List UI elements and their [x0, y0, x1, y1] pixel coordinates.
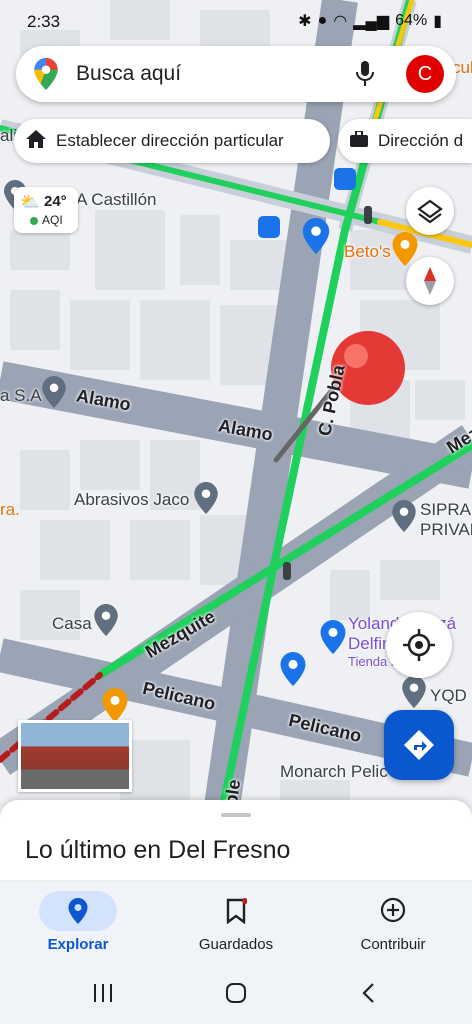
nav-contribute[interactable]: Contribuir: [318, 886, 468, 966]
partly-cloudy-icon: ⛅: [20, 194, 40, 211]
abrasivos-pin-icon[interactable]: [194, 482, 218, 514]
home-nav-icon[interactable]: [225, 982, 247, 1004]
status-icons: ✱ ● ◠ ▂▄▆ 64% ▮: [298, 11, 442, 31]
traffic-light-icon-2: [283, 562, 291, 580]
explore-sheet[interactable]: Lo último en Del Fresno: [0, 800, 472, 880]
weather-temp: 24°: [44, 193, 67, 210]
label-sa: a S.A: [0, 386, 42, 405]
bookmark-icon: [226, 898, 247, 924]
nav-explore-label: Explorar: [47, 936, 109, 953]
microphone-icon[interactable]: [354, 60, 376, 88]
street-view-thumbnail[interactable]: [18, 720, 132, 792]
label-sipra-2: PRIVAD: [420, 520, 472, 539]
signal-icon: ▂▄▆: [353, 13, 390, 30]
bus-stop-icon[interactable]: [334, 168, 356, 190]
restaurant-icon-2[interactable]: [102, 688, 128, 722]
status-time: 2:33: [27, 12, 61, 31]
shopping-cart-icon[interactable]: [302, 218, 330, 254]
compass-icon: [424, 267, 436, 295]
directions-button[interactable]: [384, 710, 454, 780]
weather-widget[interactable]: ⛅ 24° AQI: [14, 187, 78, 233]
chip-work-label: Dirección d: [378, 131, 464, 150]
yolanda-store-icon[interactable]: [320, 620, 346, 654]
casa-pin-icon[interactable]: [94, 604, 118, 636]
yqd-pin-icon[interactable]: [402, 676, 426, 708]
aqi-dot-icon: [30, 217, 38, 225]
compass-button[interactable]: [406, 257, 454, 305]
chip-set-home[interactable]: Establecer dirección particular: [14, 119, 330, 163]
directions-icon: [404, 730, 434, 760]
sheet-title: Lo último en Del Fresno: [25, 836, 291, 864]
search-bar[interactable]: Busca aquí C: [16, 46, 456, 102]
aqi-label: AQI: [42, 213, 63, 227]
recent-apps-icon[interactable]: [92, 982, 114, 1004]
sheet-drag-handle[interactable]: [221, 813, 251, 817]
layers-icon: [417, 199, 443, 224]
wifi-icon: ◠: [333, 13, 348, 30]
my-location-icon: [403, 629, 435, 661]
home-icon: [26, 129, 46, 153]
shopping-bag-icon[interactable]: [280, 652, 306, 686]
my-location-button[interactable]: [386, 612, 452, 678]
briefcase-icon: [350, 129, 368, 152]
label-yqd: YQD: [430, 686, 467, 705]
label-sipra: SIPRA: [420, 500, 472, 519]
system-navigation-bar: [0, 966, 472, 1024]
account-avatar[interactable]: C: [406, 55, 444, 93]
place-pin-icon[interactable]: [42, 376, 66, 408]
label-abrasivos: Abrasivos Jaco: [74, 490, 190, 509]
back-nav-icon[interactable]: [360, 982, 378, 1004]
search-input[interactable]: Busca aquí: [76, 62, 181, 86]
battery-percent: 64%: [395, 12, 428, 29]
battery-icon: ▮: [433, 13, 442, 30]
chip-home-label: Establecer dirección particular: [56, 131, 284, 150]
add-circle-icon: [380, 897, 406, 923]
explore-pin-icon: [68, 898, 88, 924]
nav-contribute-label: Contribuir: [360, 936, 426, 953]
nav-saved[interactable]: Guardados: [161, 886, 311, 966]
chip-work-address[interactable]: Dirección d: [338, 119, 472, 163]
label-betos: Beto's: [344, 242, 391, 261]
bus-stop-icon-2[interactable]: [258, 216, 280, 238]
label-ra: ra.: [0, 500, 20, 519]
bluetooth-icon: ✱: [298, 13, 312, 30]
nav-saved-label: Guardados: [198, 936, 274, 953]
traffic-light-icon: [364, 206, 372, 224]
avatar-letter: C: [417, 63, 433, 85]
location-icon: ●: [317, 12, 328, 29]
label-monarch: Monarch Pelic: [280, 762, 388, 781]
status-bar: 2:33 ✱ ● ◠ ▂▄▆ 64% ▮: [0, 0, 472, 42]
label-casa: Casa: [52, 614, 92, 633]
layers-button[interactable]: [406, 187, 454, 235]
nav-explore[interactable]: Explorar: [3, 886, 153, 966]
bottom-navigation: Explorar Guardados Contribuir: [0, 886, 472, 966]
sipra-pin-icon[interactable]: [392, 500, 416, 532]
maps-logo-icon: [34, 58, 58, 90]
